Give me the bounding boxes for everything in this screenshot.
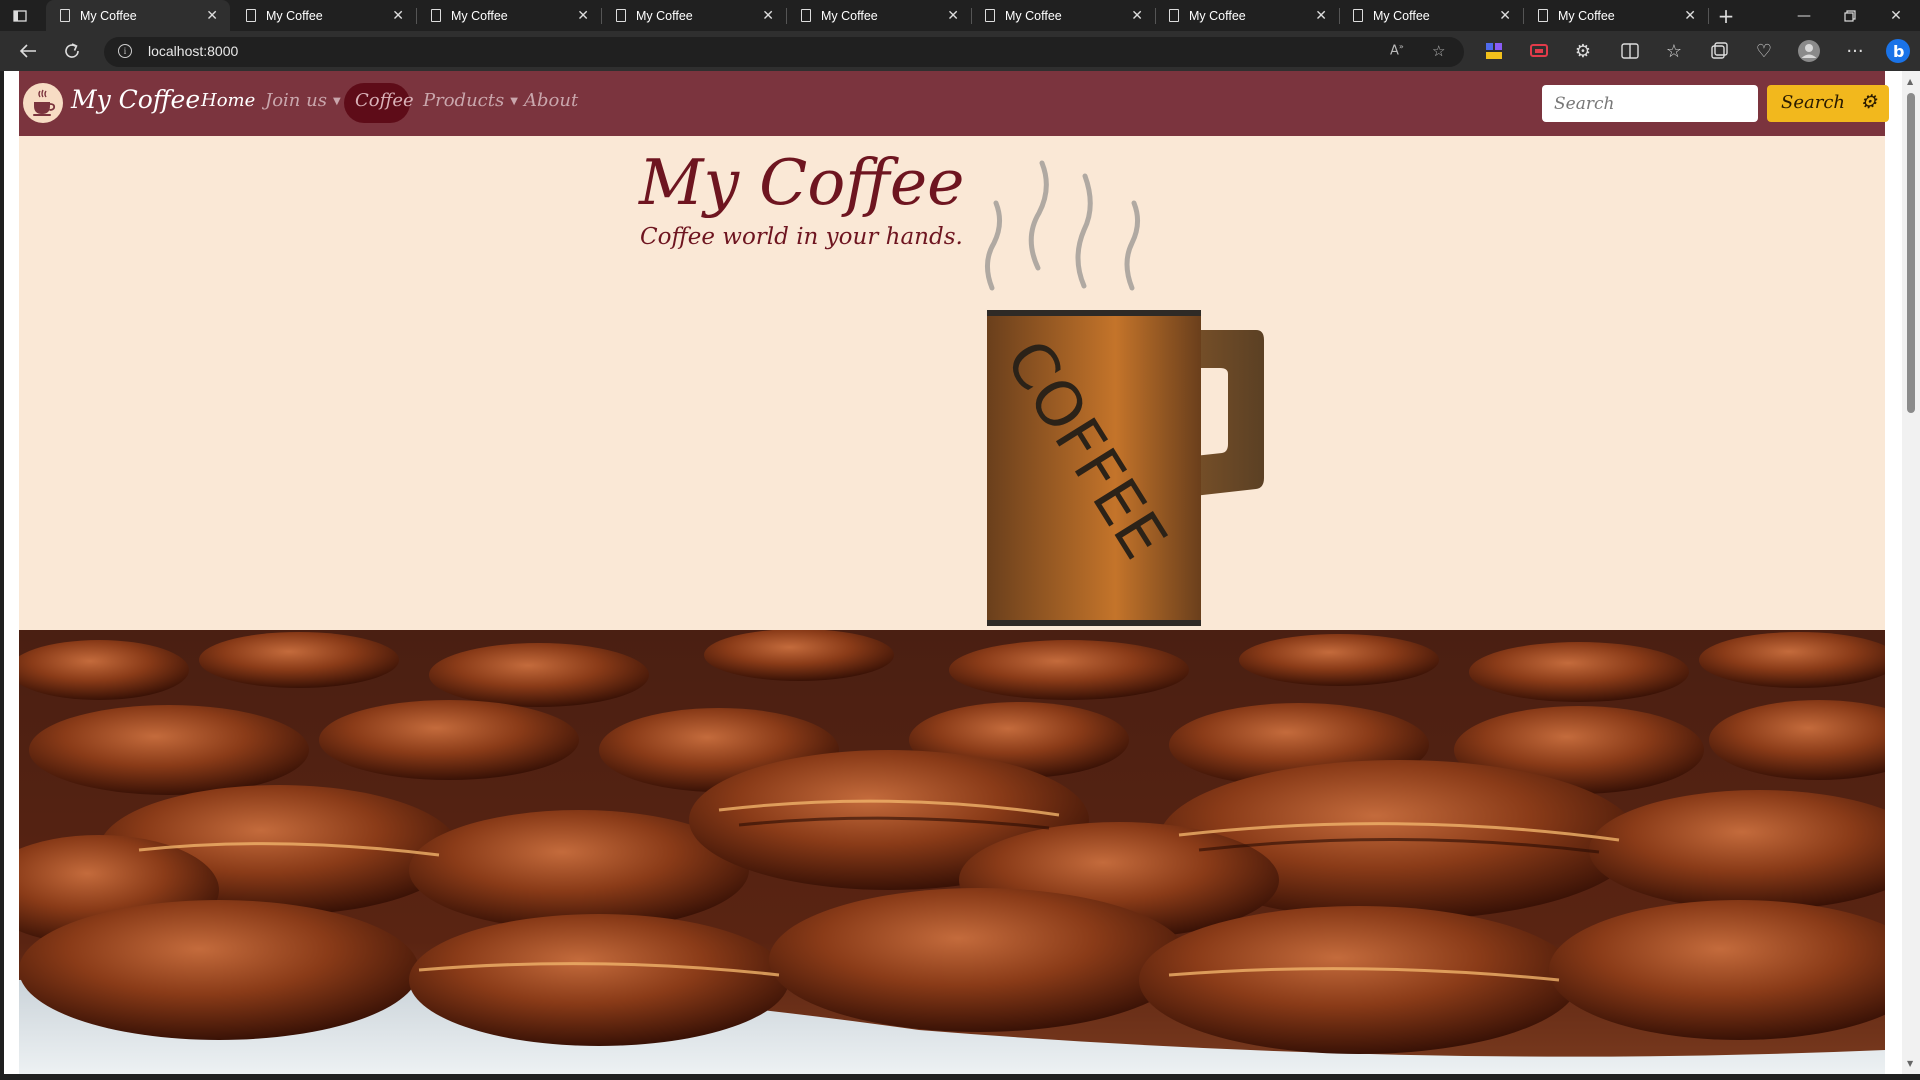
split-screen-icon[interactable] (1614, 31, 1646, 71)
favorites-icon[interactable]: ☆ (1658, 31, 1690, 71)
brand-name[interactable]: My Coffee (71, 85, 200, 114)
tab-actions-icon[interactable] (0, 0, 40, 31)
restore-icon[interactable] (1827, 0, 1873, 31)
tab-title: My Coffee (636, 8, 693, 23)
coffee-beans-photo (19, 630, 1885, 1074)
tab-strip: My Coffee ✕ My Coffee ✕ My Coffee ✕ My C… (0, 0, 1920, 31)
caret-down-icon: ▼ (332, 95, 341, 107)
hero-title: My Coffee (639, 146, 965, 219)
extension-app-icon[interactable] (1478, 31, 1510, 71)
close-tab-icon[interactable]: ✕ (577, 7, 589, 24)
close-tab-icon[interactable]: ✕ (392, 7, 404, 24)
tab-title: My Coffee (1005, 8, 1062, 23)
copilot-icon[interactable]: b (1882, 31, 1914, 71)
page-viewport: My Coffee Home Join us ▼ Coffee Products ▼… (4, 71, 1906, 1074)
back-icon[interactable] (12, 31, 44, 71)
search-button[interactable]: Search ⚙ (1767, 85, 1889, 122)
info-icon[interactable]: i (118, 44, 132, 58)
nav-home[interactable]: Home (201, 90, 255, 111)
close-tab-icon[interactable]: ✕ (1315, 7, 1327, 24)
more-icon[interactable]: ··· (1839, 31, 1871, 71)
page-icon (246, 9, 256, 22)
coffee-mug-illustration: COFFEE (985, 160, 1264, 626)
search-input[interactable] (1542, 85, 1758, 122)
tab-title: My Coffee (1373, 8, 1430, 23)
tab-title: My Coffee (266, 8, 323, 23)
page-icon (985, 9, 995, 22)
tab-title: My Coffee (821, 8, 878, 23)
hero-section: My Coffee Coffee world in your hands. CO… (19, 136, 1885, 630)
new-tab-button[interactable]: + (1703, 0, 1749, 31)
page-scrollbar[interactable]: ▲ ▼ (1902, 71, 1920, 1074)
tab-title: My Coffee (1558, 8, 1615, 23)
caret-down-icon: ▼ (510, 95, 518, 107)
url-text[interactable]: localhost:8000 (148, 43, 238, 59)
page-icon (431, 9, 441, 22)
page-icon (1169, 9, 1179, 22)
address-bar[interactable]: i localhost:8000 A» ☆ (104, 37, 1464, 67)
browser-tab[interactable]: My Coffee ✕ (787, 0, 972, 31)
nav-join-us-label: Join us (265, 90, 327, 111)
scroll-down-icon[interactable]: ▼ (1907, 1059, 1913, 1068)
tab-title: My Coffee (80, 8, 137, 23)
performance-icon[interactable]: ♡ (1748, 31, 1780, 71)
gear-icon: ⚙ (1860, 91, 1878, 113)
site-navbar: My Coffee Home Join us ▼ Coffee Products ▼… (19, 71, 1889, 136)
nav-coffee[interactable]: Coffee (355, 90, 414, 111)
coffee-cup-logo-icon[interactable] (23, 83, 63, 123)
page-icon (60, 9, 70, 22)
close-window-icon[interactable]: ✕ (1873, 0, 1919, 31)
nav-join-us-dropdown[interactable]: Join us ▼ (265, 90, 341, 111)
page: My Coffee Home Join us ▼ Coffee Products ▼… (19, 71, 1889, 1074)
nav-products-label: Products (423, 90, 505, 111)
scroll-up-icon[interactable]: ▲ (1907, 77, 1913, 86)
extension-screen-icon[interactable] (1523, 31, 1555, 71)
browser-tab[interactable]: My Coffee ✕ (232, 0, 417, 31)
browser-toolbar: i localhost:8000 A» ☆ ⚙ ☆ ♡ ··· b (0, 31, 1920, 71)
page-icon (1353, 9, 1363, 22)
browser-tab[interactable]: My Coffee ✕ (971, 0, 1156, 31)
svg-text:b: b (1893, 42, 1904, 61)
profile-icon[interactable] (1793, 31, 1825, 71)
close-tab-icon[interactable]: ✕ (1684, 7, 1696, 24)
tab-title: My Coffee (1189, 8, 1246, 23)
read-aloud-icon[interactable]: A» (1390, 42, 1404, 58)
browser-tab[interactable]: My Coffee ✕ (1339, 0, 1524, 31)
page-icon (1538, 9, 1548, 22)
browser-tab[interactable]: My Coffee ✕ (1155, 0, 1340, 31)
browser-tab[interactable]: My Coffee ✕ (46, 0, 230, 31)
steam-icon (985, 160, 1140, 291)
nav-products-dropdown[interactable]: Products ▼ (423, 90, 518, 111)
minimize-icon[interactable]: — (1781, 0, 1827, 31)
close-tab-icon[interactable]: ✕ (762, 7, 774, 24)
reload-icon[interactable] (56, 31, 88, 71)
hero-subtitle: Coffee world in your hands. (640, 224, 963, 250)
close-tab-icon[interactable]: ✕ (1131, 7, 1143, 24)
close-tab-icon[interactable]: ✕ (1499, 7, 1511, 24)
tab-title: My Coffee (451, 8, 508, 23)
window-bottom-edge (0, 1074, 1920, 1080)
favorite-icon[interactable]: ☆ (1432, 42, 1445, 60)
browser-tab[interactable]: My Coffee ✕ (1524, 0, 1709, 31)
nav-about[interactable]: About (524, 90, 578, 111)
scroll-thumb[interactable] (1907, 93, 1915, 413)
page-icon (616, 9, 626, 22)
browser-tab[interactable]: My Coffee ✕ (602, 0, 787, 31)
collections-icon[interactable] (1703, 31, 1735, 71)
extensions-icon[interactable]: ⚙ (1567, 31, 1599, 71)
close-tab-icon[interactable]: ✕ (206, 7, 218, 24)
close-tab-icon[interactable]: ✕ (947, 7, 959, 24)
page-icon (801, 9, 811, 22)
search-button-label: Search (1781, 92, 1845, 113)
browser-tab[interactable]: My Coffee ✕ (417, 0, 602, 31)
